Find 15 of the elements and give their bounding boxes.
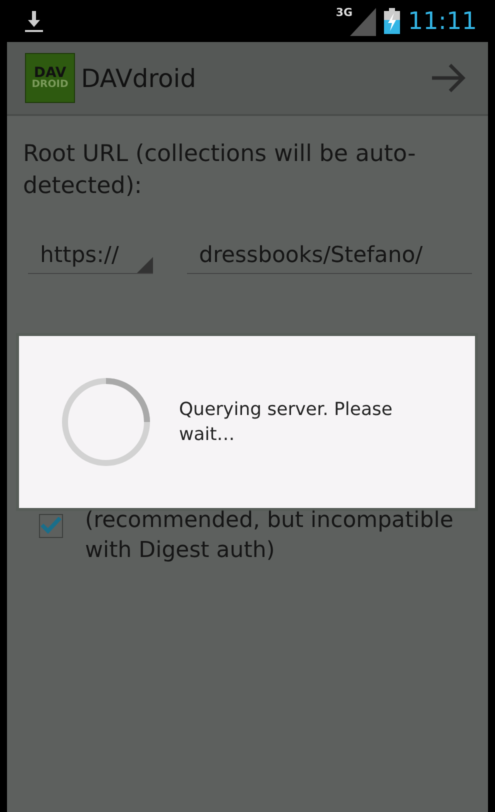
dropdown-corner-icon bbox=[137, 257, 153, 273]
url-input-field[interactable]: dressbooks/Stefano/ bbox=[187, 238, 472, 274]
scheme-dropdown[interactable]: https:// bbox=[28, 238, 153, 274]
preemptive-checkbox[interactable] bbox=[39, 514, 63, 538]
app-title: DAVdroid bbox=[81, 64, 196, 92]
battery-charging-icon bbox=[384, 8, 400, 34]
loading-spinner-icon bbox=[61, 377, 151, 467]
app-logo: DAV DROID bbox=[25, 53, 75, 103]
preemptive-auth-text: (recommended, but incompatible with Digest auth) bbox=[85, 507, 454, 565]
clock-time: 11:11 bbox=[408, 7, 477, 35]
root-url-label: Root URL (collections will be auto-detected): bbox=[23, 140, 417, 201]
network-type: 3G bbox=[336, 6, 353, 19]
progress-message: Querying server. Please wait… bbox=[179, 398, 394, 447]
download-icon bbox=[24, 9, 44, 33]
next-arrow-icon[interactable] bbox=[432, 63, 466, 93]
